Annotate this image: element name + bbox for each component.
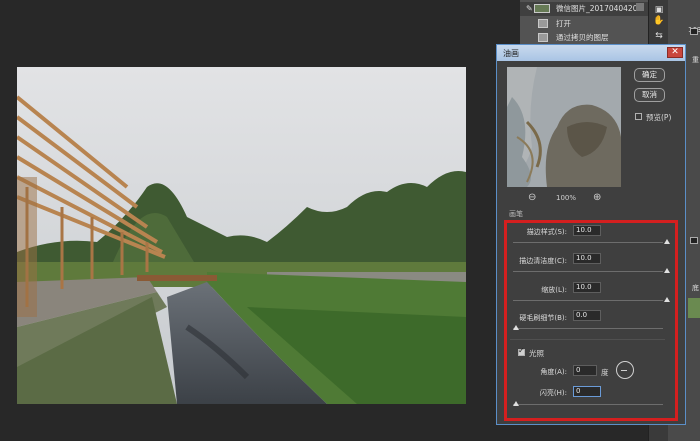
history-panel: ✎ 微信图片_2017040420... 打开 通过拷贝的图层 <box>520 0 648 48</box>
history-item[interactable]: 通过拷贝的图层 <box>520 31 648 45</box>
adjust-icon[interactable]: ⇆ <box>653 31 665 41</box>
panel-toggle-icon[interactable] <box>690 28 698 35</box>
history-item-label: 通过拷贝的图层 <box>556 33 609 42</box>
zoom-out-icon[interactable]: ⊖ <box>528 192 536 203</box>
snapshot-thumbnail <box>534 4 550 13</box>
preview-checkbox[interactable] <box>635 113 642 120</box>
history-item-label: 打开 <box>556 19 571 28</box>
ok-button[interactable]: 确定 <box>634 68 665 82</box>
filter-preview[interactable] <box>507 67 621 187</box>
dialog-titlebar[interactable]: 油画 ✕ <box>497 45 685 61</box>
canvas-image[interactable] <box>17 67 466 404</box>
snapshot-scroll-handle[interactable] <box>636 3 644 11</box>
landscape-photo <box>17 67 466 404</box>
brush-group-label: 画笔 <box>509 210 523 218</box>
panel-label: 底 <box>692 284 699 292</box>
dialog-title: 油画 <box>503 49 519 58</box>
preview-image <box>507 67 621 187</box>
history-item-icon <box>538 19 548 28</box>
zoom-level: 100% <box>556 194 577 202</box>
history-item[interactable]: 打开 <box>520 17 648 31</box>
zoom-in-icon[interactable]: ⊕ <box>593 192 601 203</box>
oil-paint-dialog: 油画 ✕ ⊖ 100% ⊕ 确定 取消 预览(P) 画笔 描边样式(S): 10… <box>496 44 686 425</box>
brush-icon: ✎ <box>526 4 533 13</box>
hand-icon[interactable]: ✋ <box>653 16 665 26</box>
preview-label: 预览(P) <box>646 113 672 122</box>
history-snapshot[interactable]: ✎ 微信图片_2017040420... <box>520 2 648 16</box>
close-icon[interactable]: ✕ <box>667 47 683 58</box>
panel-label: 重 <box>692 56 699 64</box>
highlight-box <box>504 220 678 421</box>
history-item-icon <box>538 33 548 42</box>
panel-toggle-icon[interactable] <box>690 237 698 244</box>
cancel-button[interactable]: 取消 <box>634 88 665 102</box>
snapshot-label: 微信图片_2017040420... <box>556 4 645 13</box>
layer-thumbnail[interactable] <box>688 298 700 318</box>
image-icon[interactable]: ▣ <box>653 5 665 15</box>
